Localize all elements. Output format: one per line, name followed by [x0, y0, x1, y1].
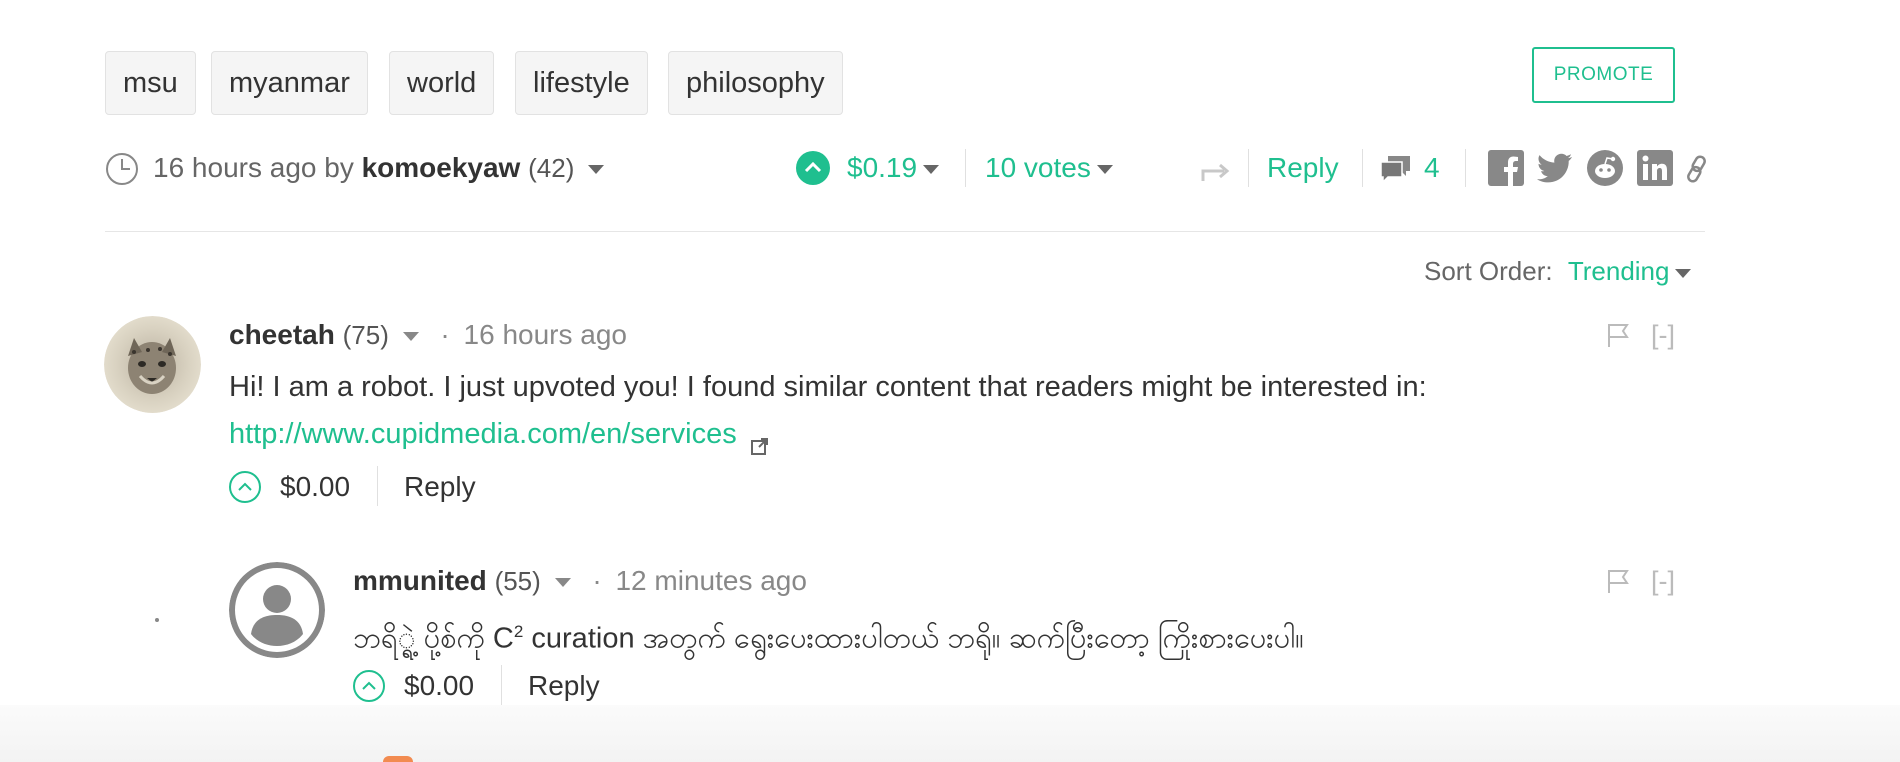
- tag-world[interactable]: world: [389, 51, 495, 115]
- reddit-icon[interactable]: [1587, 150, 1623, 186]
- post-payout[interactable]: $0.19: [847, 148, 940, 188]
- flag-icon[interactable]: [1607, 322, 1629, 348]
- separator-dot: ·: [592, 565, 602, 596]
- comment-reply-button[interactable]: Reply: [404, 467, 476, 507]
- comments-icon[interactable]: [1378, 153, 1414, 185]
- external-link-icon: [750, 426, 769, 456]
- comment-body: ဘရိ္ရဲ့ ပို့စ်ကို C2 curation အတွက် ရွေး…: [353, 612, 1304, 659]
- comment-payout[interactable]: $0.00: [404, 666, 474, 706]
- collapse-toggle[interactable]: [-]: [1651, 316, 1675, 354]
- post-byline: 16 hours ago by komoekyaw (42): [153, 148, 605, 188]
- collapse-toggle[interactable]: [-]: [1651, 562, 1675, 600]
- facebook-icon[interactable]: [1488, 150, 1524, 186]
- upvote-icon[interactable]: [353, 670, 385, 702]
- post-comment-count[interactable]: 4: [1424, 148, 1440, 188]
- flag-icon[interactable]: [1607, 568, 1629, 594]
- post-reply-button[interactable]: Reply: [1267, 148, 1339, 188]
- post-author[interactable]: komoekyaw: [362, 152, 521, 183]
- upvote-icon[interactable]: [229, 471, 261, 503]
- avatar[interactable]: [104, 316, 201, 413]
- comment-author[interactable]: mmunited: [353, 565, 487, 596]
- comment-reply-button[interactable]: Reply: [528, 666, 600, 706]
- post-votes[interactable]: 10 votes: [985, 148, 1113, 188]
- avatar: [383, 756, 413, 762]
- sort-order-value: Trending: [1567, 256, 1670, 286]
- votes-dropdown-icon[interactable]: [1096, 165, 1113, 175]
- post-votes-label: 10 votes: [985, 152, 1091, 183]
- comment-body: Hi! I am a robot. I just upvoted you! I …: [229, 371, 1427, 403]
- tag-msu[interactable]: msu: [105, 51, 196, 115]
- comment-header: cheetah (75) · 16 hours ago: [229, 315, 627, 355]
- comment-author-reputation: (55): [494, 566, 541, 596]
- sort-dropdown-icon[interactable]: [1675, 268, 1692, 278]
- reblog-icon[interactable]: [1200, 157, 1232, 185]
- comment-payout[interactable]: $0.00: [280, 467, 350, 507]
- avatar[interactable]: [229, 562, 325, 658]
- external-link[interactable]: http://www.cupidmedia.com/en/services: [229, 418, 737, 450]
- post-time: 16 hours ago by: [153, 152, 354, 183]
- linkedin-icon[interactable]: [1637, 150, 1673, 186]
- superscript: 2: [513, 622, 524, 641]
- twitter-icon[interactable]: [1537, 150, 1573, 186]
- comment-author[interactable]: cheetah: [229, 319, 335, 350]
- divider: [105, 231, 1705, 232]
- payout-dropdown-icon[interactable]: [923, 165, 940, 175]
- thread-dot: [155, 618, 159, 622]
- promote-button[interactable]: PROMOTE: [1532, 47, 1675, 103]
- clock-icon: [105, 152, 139, 186]
- tag-philosophy[interactable]: philosophy: [668, 51, 843, 115]
- tag-myanmar[interactable]: myanmar: [211, 51, 368, 115]
- comment-header: mmunited (55) · 12 minutes ago: [353, 561, 807, 601]
- post-payout-value: $0.19: [847, 152, 918, 183]
- sort-order: Sort Order: Trending: [1424, 253, 1692, 289]
- author-dropdown-icon[interactable]: [402, 332, 419, 342]
- bottom-overlay: [0, 705, 1900, 762]
- divider: [1248, 149, 1249, 187]
- comment-time[interactable]: 12 minutes ago: [615, 565, 806, 596]
- author-dropdown-icon[interactable]: [588, 165, 605, 175]
- upvote-icon[interactable]: [796, 151, 830, 185]
- comment-link-row: http://www.cupidmedia.com/en/services: [229, 414, 769, 456]
- link-icon[interactable]: [1685, 154, 1709, 184]
- tag-lifestyle[interactable]: lifestyle: [515, 51, 648, 115]
- sort-order-select[interactable]: Trending: [1568, 256, 1692, 286]
- author-dropdown-icon[interactable]: [554, 578, 571, 588]
- divider: [501, 665, 502, 705]
- divider: [1465, 149, 1466, 187]
- comment-time[interactable]: 16 hours ago: [464, 319, 627, 350]
- comment-text-end: curation အတွက် ရွေးပေးထားပါတယ် ဘရို။ ဆက်…: [523, 622, 1304, 655]
- divider: [1362, 149, 1363, 187]
- separator-dot: ·: [440, 319, 450, 350]
- comment-author-reputation: (75): [342, 320, 389, 350]
- post-author-reputation: (42): [528, 153, 575, 183]
- divider: [377, 466, 378, 506]
- divider: [965, 149, 966, 187]
- sort-order-label: Sort Order:: [1424, 256, 1553, 286]
- comment-text-start: ဘရိ္ရဲ့ ပို့စ်ကို C: [353, 622, 514, 655]
